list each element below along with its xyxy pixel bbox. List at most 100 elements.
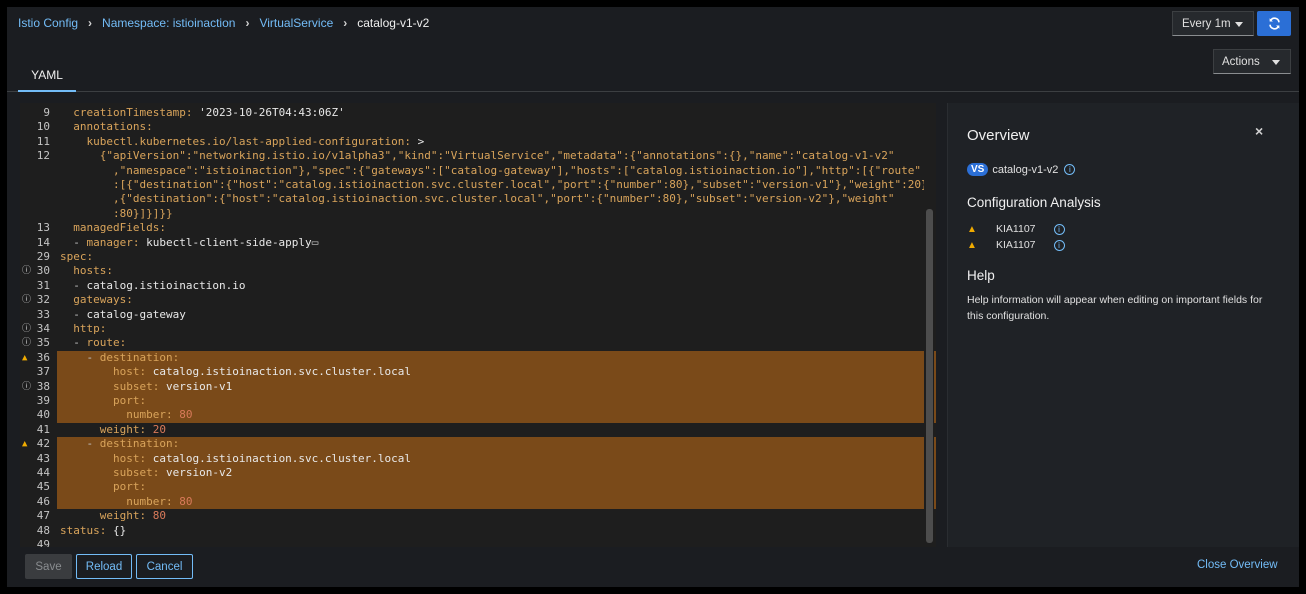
help-text: Help information will appear when editin… [967,294,1263,322]
breadcrumb-virtualservice[interactable]: VirtualService [259,16,333,30]
code-line[interactable]: ,{"destination":{"host":"catalog.istioin… [20,192,936,206]
chevron-right-icon: › [343,16,348,30]
editor-scrollbar[interactable] [924,103,934,547]
code-text: managedFields: [73,221,166,235]
line-number: 47 [36,509,50,523]
code-line[interactable]: 10 annotations: [20,120,936,134]
code-line[interactable]: 29 spec: [20,250,936,264]
code-line[interactable]: 49 [20,538,936,547]
code-line[interactable]: ⓘ 34 http: [20,322,936,336]
line-number: 40 [36,408,50,422]
code-line[interactable]: 11 kubectl.kubernetes.io/last-applied-co… [20,135,936,149]
reload-button[interactable]: Reload [76,554,132,579]
app-frame: Istio Config › Namespace: istioinaction … [7,7,1299,587]
code-text: http: [73,322,107,335]
code-text: ,{"destination":{"host":"catalog.istioin… [112,192,895,206]
line-number: 43 [36,451,50,465]
save-button[interactable]: Save [25,554,72,579]
code-text: :[{"destination":{"host":"catalog.istioi… [112,178,928,191]
code-line[interactable]: 40 number: 80 [20,408,936,422]
line-number: 45 [36,480,50,494]
code-line[interactable]: 9 creationTimestamp: '2023-10-26T04:43:0… [20,106,936,120]
refresh-button[interactable] [1257,11,1291,36]
code-line[interactable]: 41 weight: 20 [20,423,936,437]
code-text: weight: 80 [99,509,166,523]
code-text: port: [112,480,147,494]
editor-scrollbar-thumb[interactable] [926,209,933,543]
line-number: 13 [36,221,50,235]
line-number: 30 [36,264,50,278]
cancel-button[interactable]: Cancel [136,554,193,579]
code-text: - route: [73,336,127,350]
breadcrumb-istio-config[interactable]: Istio Config [18,16,78,30]
chevron-right-icon: › [88,16,93,30]
code-line[interactable]: 48 status: {} [20,524,936,538]
configuration-analysis-title: Configuration Analysis [967,195,1101,210]
line-number: 42 [36,437,50,451]
code-line[interactable]: 47 weight: 80 [20,509,936,523]
info-icon[interactable]: i [1053,223,1065,235]
tab-yaml[interactable]: YAML [18,65,76,92]
code-text: - destination: [86,437,180,451]
code-line[interactable]: 12 {"apiVersion":"networking.istio.io/v1… [20,149,936,163]
validation-code: KIA1107 [996,223,1036,235]
yaml-editor[interactable]: 9 creationTimestamp: '2023-10-26T04:43:0… [20,103,936,547]
code-line[interactable]: ⓘ 32 gateways: [20,293,936,307]
code-text: host: catalog.istioinaction.svc.cluster.… [112,365,412,379]
code-line[interactable]: 13 managedFields: [20,221,936,235]
refresh-interval-label: Every 1m [1182,17,1231,30]
code-line[interactable]: ,"namespace":"istioinaction"},"spec":{"g… [20,164,936,178]
code-line[interactable]: 31 - catalog.istioinaction.io [20,279,936,293]
code-text: number: 80 [126,494,193,508]
code-text: number: 80 [126,408,193,422]
overview-panel: Overview × VS catalog-v1-v2 i Configurat… [947,103,1299,547]
line-number: 11 [36,134,50,148]
sync-icon [1268,17,1280,30]
line-number: 48 [36,523,50,537]
code-line[interactable]: ⓘ 38 subset: version-v1 [20,380,936,394]
code-line[interactable]: ▲ 42 - destination: [20,437,936,451]
code-text: subset: version-v2 [112,466,233,479]
code-text: - catalog.istioinaction.io [73,278,246,292]
code-line[interactable]: 45 port: [20,480,936,494]
breadcrumb-namespace[interactable]: Namespace: istioinaction [102,16,235,30]
code-text: status: {} [60,523,127,537]
close-overview-link[interactable]: Close Overview [1197,559,1278,571]
line-number: 33 [36,307,50,321]
breadcrumb-current: catalog-v1-v2 [357,16,430,30]
line-number: 44 [36,466,50,479]
vs-badge: VS [967,163,989,176]
resource-item: VS catalog-v1-v2 i [967,163,1076,176]
overview-title: Overview [967,127,1030,144]
code-text: - catalog-gateway [73,307,186,321]
code-text: subset: version-v1 [112,379,233,393]
code-line[interactable]: 43 host: catalog.istioinaction.svc.clust… [20,452,936,466]
info-icon[interactable]: i [1064,164,1076,175]
refresh-interval-select[interactable]: Every 1m [1172,11,1254,36]
code-line[interactable]: 33 - catalog-gateway [20,308,936,322]
code-text: ,"namespace":"istioinaction"},"spec":{"g… [112,163,921,177]
code-line[interactable]: :80}]}]}} [20,207,936,221]
line-number: 12 [36,149,50,163]
code-line[interactable]: ⓘ 35 - route: [20,336,936,350]
validation-row: ▲ KIA1107 i [967,223,1065,235]
line-number: 49 [36,538,50,547]
close-icon[interactable]: × [1255,123,1263,139]
code-line[interactable]: ▲ 36 - destination: [20,351,936,365]
line-number: 32 [36,293,50,307]
breadcrumb: Istio Config › Namespace: istioinaction … [18,16,429,30]
info-icon[interactable]: i [1053,239,1065,251]
resource-name: catalog-v1-v2 [992,163,1059,176]
code-line[interactable]: 14 - manager: kubectl-client-side-apply▭ [20,236,936,250]
line-number: 35 [36,336,50,350]
code-text: :80}]}]}} [112,206,173,220]
line-number: 31 [36,278,50,292]
line-number: 10 [36,120,50,134]
code-line[interactable]: 39 port: [20,394,936,408]
code-line[interactable]: ⓘ 30 hosts: [20,264,936,278]
code-line[interactable]: :[{"destination":{"host":"catalog.istioi… [20,178,936,192]
code-line[interactable]: 44 subset: version-v2 [20,466,936,480]
code-line[interactable]: 46 number: 80 [20,495,936,509]
code-line[interactable]: 37 host: catalog.istioinaction.svc.clust… [20,365,936,379]
line-number: 29 [36,250,50,263]
